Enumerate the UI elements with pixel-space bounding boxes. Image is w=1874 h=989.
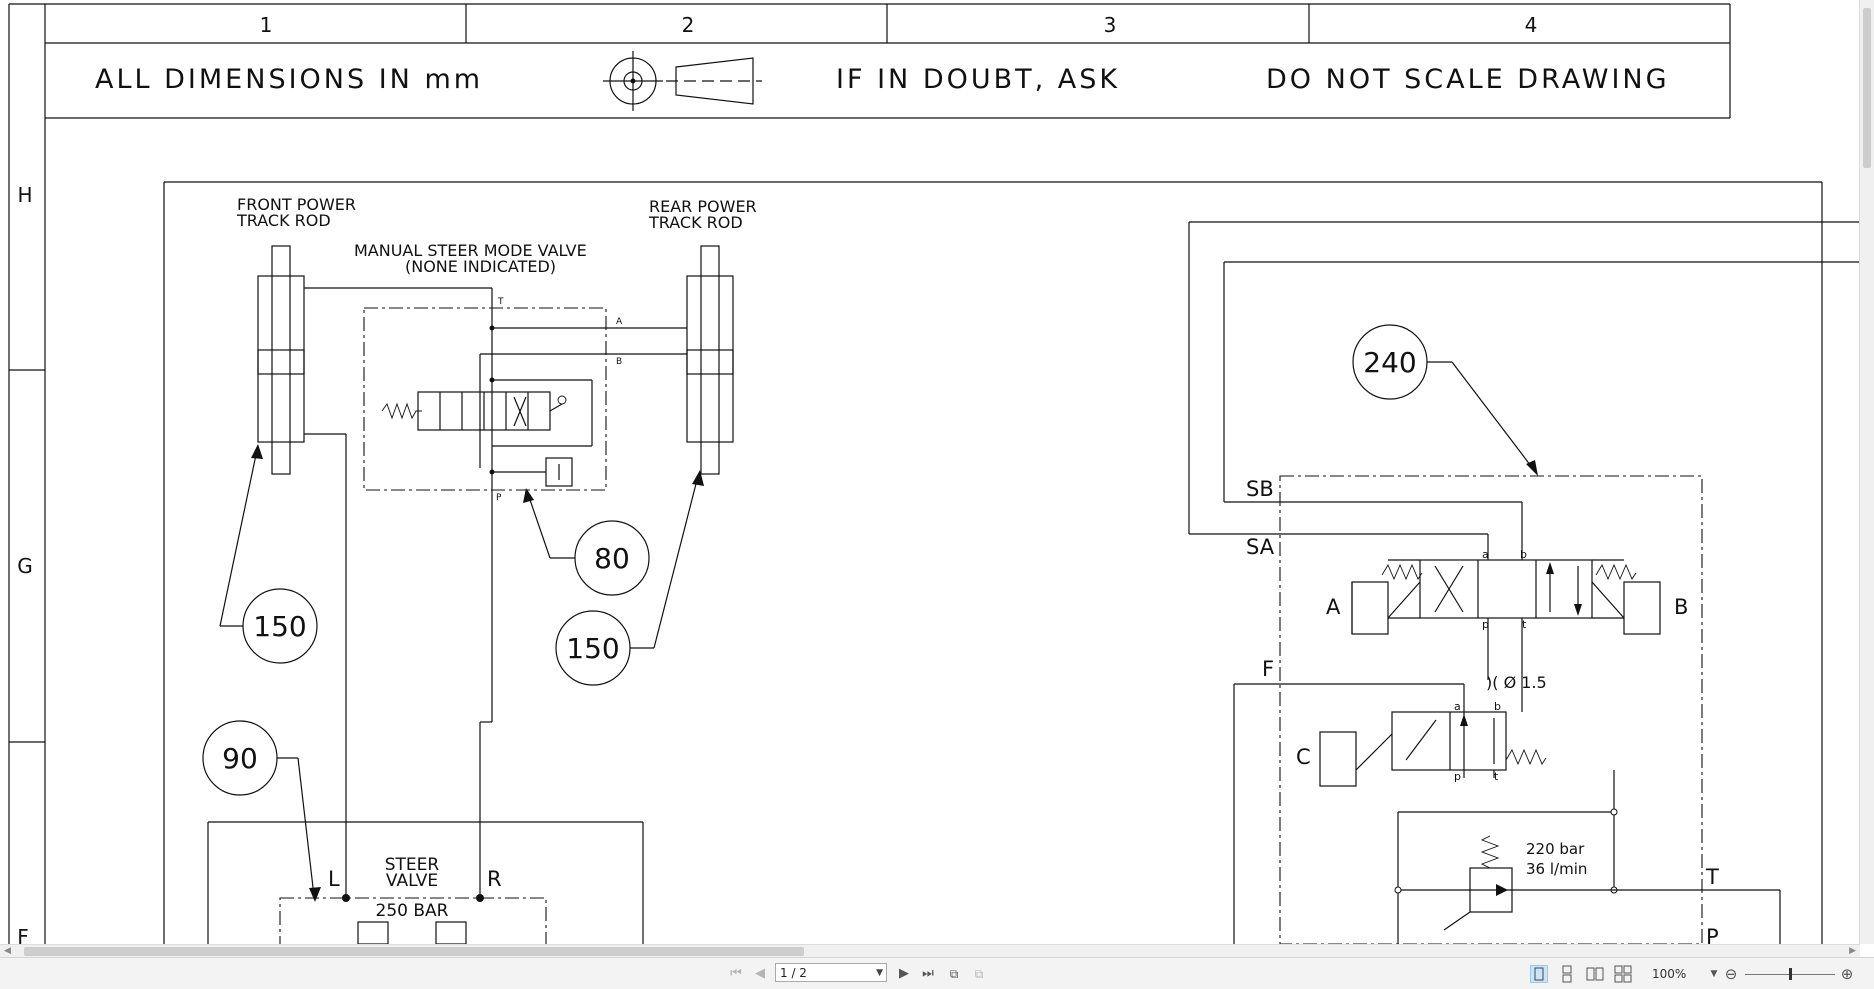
chevron-down-icon[interactable]: ▼ [876,964,883,983]
label-t: T [1705,865,1719,889]
label-sb: SB [1246,477,1274,501]
schematic-drawing: 1 2 3 4 H G F ALL DIMENSIONS IN mm IF IN… [8,3,1860,944]
continuous-facing-icon [1614,965,1632,983]
relief-flow-label: 36 l/min [1526,860,1587,878]
continuous-facing-view-button[interactable] [1614,965,1632,983]
front-track-label: TRACK ROD [236,211,331,230]
relief-valve [1394,770,1781,944]
copy-page-icon[interactable]: ⧉ [945,965,963,983]
drawing-border [8,3,1731,944]
label-b: B [1674,595,1688,619]
balloon-80-label: 80 [594,542,630,575]
continuous-view-button[interactable] [1558,965,1576,983]
label-lower-p-1: p [1482,618,1489,631]
zoom-dropdown-icon[interactable]: ▼ [1708,965,1720,983]
zoom-out-icon[interactable]: ⊖ [1722,965,1740,983]
horizontal-scrollbar[interactable]: ◀ ▶ [0,944,1860,958]
zoom-slider-thumb[interactable] [1789,968,1792,980]
continuous-page-icon [1562,965,1572,983]
vertical-scroll-thumb[interactable] [1863,8,1871,168]
balloon-80 [523,488,650,596]
first-page-icon[interactable]: ⏮ [728,965,744,983]
drawing-canvas: 1 2 3 4 H G F ALL DIMENSIONS IN mm IF IN… [0,0,1874,944]
horizontal-scroll-thumb[interactable] [24,947,804,956]
relief-pressure-label: 220 bar [1526,840,1585,858]
port-a-small: A [616,317,623,327]
steer-bar-label: 250 BAR [376,901,449,921]
page-number-value: 1 / 2 [780,966,807,980]
label-lower-b-2: b [1494,700,1501,713]
balloon-90 [202,720,321,902]
orifice-label: )( Ø 1.5 [1486,673,1547,692]
projection-symbol-icon [603,51,762,111]
port-t-small: T [497,297,504,307]
single-page-view-button[interactable] [1530,965,1548,983]
label-lower-a-2: a [1454,700,1461,713]
label-p: P [1706,925,1719,944]
zoom-in-icon[interactable]: ⊕ [1838,965,1856,983]
steer-valve-sublabel: VALVE [386,871,438,891]
column-label-2: 2 [682,13,695,37]
balloon-90-label: 90 [222,742,258,775]
secondary-valve [1233,683,1547,944]
pdf-toolbar: ⏮ ◀ 1 / 2 ▼ ▶ ⏭ ⧉ ⧉ 100% ▼ ⊖ ⊕ [0,957,1874,989]
row-label-g: G [17,554,33,578]
port-l-label: L [328,867,340,891]
row-label-h: H [17,183,32,207]
previous-page-icon[interactable]: ◀ [752,965,768,983]
schematic-frame [163,181,1823,944]
port-r-label: R [487,867,502,891]
rear-track-label: TRACK ROD [648,213,743,232]
vertical-scrollbar[interactable] [1859,0,1874,944]
last-page-icon[interactable]: ⏭ [918,965,938,983]
label-lower-t-2: t [1494,770,1499,783]
label-lower-p-2: p [1454,770,1461,783]
paste-page-icon[interactable]: ⧉ [970,965,988,983]
label-a: A [1326,595,1341,619]
doubt-note: IF IN DOUBT, ASK [836,64,1120,95]
label-lower-a-1: a [1482,548,1489,561]
column-label-4: 4 [1525,13,1538,37]
column-label-3: 3 [1104,13,1117,37]
main-valve-block [1279,475,1703,944]
row-label-f: F [17,925,29,944]
label-f: F [1262,657,1274,681]
rear-track-rod [606,245,734,475]
dimensions-note: ALL DIMENSIONS IN mm [95,64,483,95]
front-track-rod [257,245,492,822]
scale-note: DO NOT SCALE DRAWING [1266,64,1670,95]
balloon-150-rear-label: 150 [566,632,619,665]
balloon-150-front-label: 150 [253,610,306,643]
facing-view-button[interactable] [1586,965,1604,983]
label-sa: SA [1246,535,1275,559]
supply-lines [1188,221,1860,560]
zoom-level[interactable]: 100% [1652,965,1686,983]
single-page-icon [1534,967,1544,981]
port-p-small: P [496,493,502,503]
manual-valve-sublabel: (NONE INDICATED) [405,257,556,276]
page-number-input[interactable]: 1 / 2 ▼ [775,963,887,982]
column-label-1: 1 [260,13,273,37]
label-lower-b-1: b [1520,548,1527,561]
port-b-small: B [616,357,622,367]
facing-page-icon [1586,967,1604,981]
label-c: C [1296,745,1311,769]
label-lower-t-1: t [1522,618,1527,631]
next-page-icon[interactable]: ▶ [896,965,912,983]
balloon-240-label: 240 [1363,346,1416,379]
